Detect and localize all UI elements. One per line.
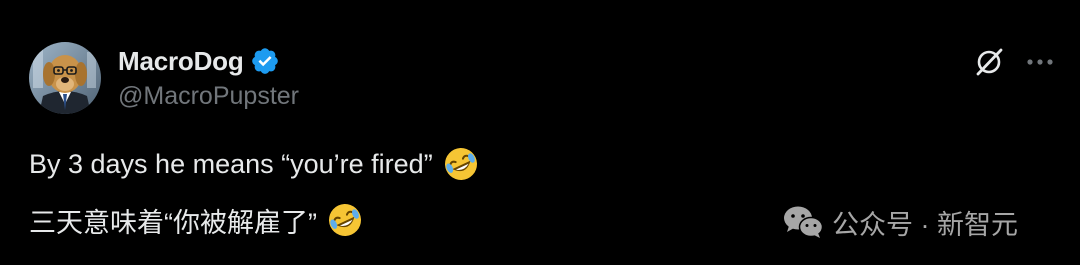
tweet-text-line-2: 三天意味着“你被解雇了” xyxy=(29,200,363,240)
tweet-text-english: By 3 days he means “you’re fired” xyxy=(29,148,433,179)
tweet-text-chinese: 三天意味着“你被解雇了” xyxy=(29,207,317,238)
tweet-card: MacroDog @MacroPupster By 3 days he mean… xyxy=(0,0,1080,265)
watermark-text: 公众号 · 新智元 xyxy=(832,209,1018,240)
wechat-watermark: 公众号 · 新智元 xyxy=(782,200,1018,244)
wechat-icon xyxy=(782,204,824,240)
more-options-icon[interactable] xyxy=(1025,49,1055,75)
rolling-on-floor-laughing-emoji-icon xyxy=(327,202,363,238)
golden-retriever-avatar-icon xyxy=(29,42,101,114)
verified-badge-icon xyxy=(250,46,280,76)
author-name-row: MacroDog xyxy=(118,44,280,78)
avatar[interactable] xyxy=(29,42,101,114)
author-display-name[interactable]: MacroDog xyxy=(118,46,244,77)
grok-icon[interactable] xyxy=(972,45,1006,79)
author-handle[interactable]: @MacroPupster xyxy=(118,82,299,111)
rolling-on-floor-laughing-emoji-icon xyxy=(443,146,479,182)
tweet-text-line-1: By 3 days he means “you’re fired” xyxy=(29,144,479,184)
